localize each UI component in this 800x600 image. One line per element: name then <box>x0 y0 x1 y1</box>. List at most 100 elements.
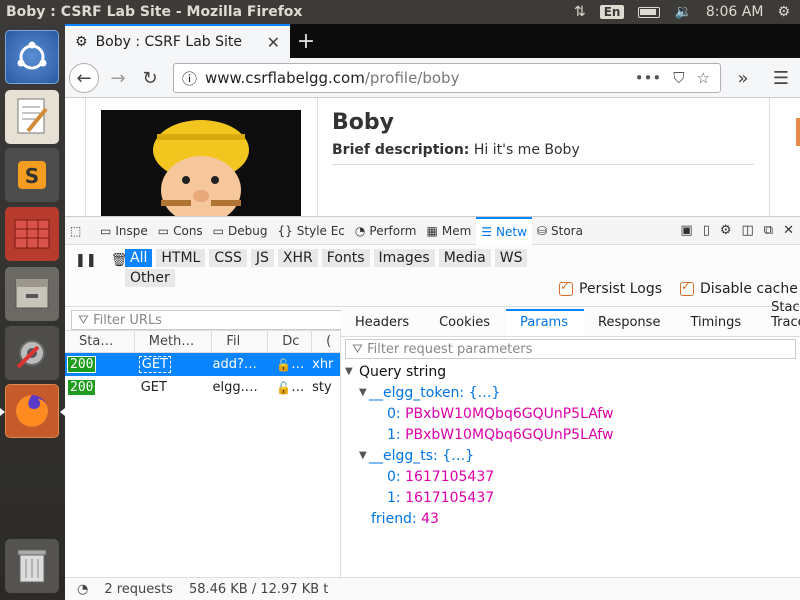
table-row[interactable]: 200 GET add?… 🔓… xhr <box>65 353 340 376</box>
sublime-text-icon[interactable]: S <box>5 148 59 202</box>
network-filter-bar: ❚❚ 🗑 All HTML CSS JS XHR Fonts Images Me… <box>65 245 800 307</box>
forward-button[interactable]: → <box>104 64 132 92</box>
tab-cookies[interactable]: Cookies <box>425 315 506 336</box>
tab-network[interactable]: ☰ Netw <box>476 216 532 245</box>
column-file[interactable]: Fil <box>212 331 269 352</box>
url-host: www.csrflabelgg.com <box>205 69 365 87</box>
filter-xhr[interactable]: XHR <box>277 249 318 267</box>
inspector-icon: ▭ <box>100 223 112 238</box>
responsive-design-icon[interactable]: ▯ <box>703 223 710 238</box>
keyboard-layout-indicator[interactable]: En <box>599 5 625 19</box>
trash-icon[interactable] <box>5 539 59 593</box>
profile-name: Boby <box>332 110 394 135</box>
filter-ws[interactable]: WS <box>494 249 528 267</box>
profile-description: Brief description: Hi it's me Boby <box>332 142 580 158</box>
tab-response[interactable]: Response <box>584 315 676 336</box>
param-key: __elgg_token: {…} <box>369 384 501 401</box>
devtools-settings-gear-icon[interactable]: ⚙ <box>720 223 732 238</box>
system-top-bar: Boby : CSRF Lab Site - Mozilla Firefox ⇅… <box>0 0 800 24</box>
tab-style-editor[interactable]: {} Style Ec <box>272 217 349 245</box>
tab-performance[interactable]: ◔ Perform <box>350 217 422 245</box>
page-actions-icon[interactable]: ••• <box>635 69 662 87</box>
close-tab-icon[interactable]: ✕ <box>267 33 280 52</box>
element-picker-icon[interactable]: ⬚ <box>65 217 95 245</box>
filter-params-input[interactable]: ⛛ Filter request parameters <box>345 339 796 359</box>
table-row[interactable]: 200 GET elgg.… 🔓… sty <box>65 376 340 399</box>
filter-all[interactable]: All <box>125 249 153 267</box>
filter-html[interactable]: HTML <box>156 249 206 267</box>
performance-analysis-icon[interactable]: ◔ <box>77 582 88 597</box>
bookmark-star-icon[interactable]: ☆ <box>697 69 710 87</box>
column-status[interactable]: Sta… <box>65 331 135 352</box>
query-string-section[interactable]: ▼ Query string <box>345 361 800 382</box>
separate-window-icon[interactable]: ⧉ <box>764 223 773 238</box>
filter-other[interactable]: Other <box>125 269 175 287</box>
back-button[interactable]: ← <box>69 63 99 93</box>
svg-text:S: S <box>25 164 39 188</box>
status-badge: 200 <box>67 356 97 373</box>
filter-fonts[interactable]: Fonts <box>321 249 370 267</box>
persist-logs-checkbox[interactable]: Persist Logs <box>559 279 663 297</box>
filter-funnel-icon: ⛛ <box>352 341 368 357</box>
tab-stack-trace[interactable]: Stack Trace <box>757 300 800 336</box>
param-entry: 1: 1617105437 <box>387 489 495 506</box>
details-tabs: Headers Cookies Params Response Timings … <box>341 300 800 337</box>
firefox-icon[interactable] <box>5 384 59 438</box>
site-info-icon[interactable]: ⓘ <box>182 68 197 89</box>
tab-storage[interactable]: ⛁ Stora <box>532 217 588 245</box>
request-method: GET <box>138 356 171 373</box>
filter-js[interactable]: JS <box>250 249 274 267</box>
browser-tab[interactable]: ⚙ Boby : CSRF Lab Site ✕ <box>65 24 290 58</box>
param-value: 1617105437 <box>405 468 495 485</box>
tab-console[interactable]: ▭ Cons <box>153 217 208 245</box>
persist-logs-label: Persist Logs <box>579 281 663 297</box>
spreadsheet-icon[interactable] <box>5 207 59 261</box>
clock[interactable]: 8:06 AM <box>706 4 764 20</box>
column-method[interactable]: Meth… <box>135 331 213 352</box>
param-node-ts[interactable]: ▼ __elgg_ts: {…} <box>345 445 800 466</box>
param-value: PBxbW10MQbq6GQUnP5LAfw <box>405 426 614 443</box>
status-badge: 200 <box>67 379 97 396</box>
navigation-toolbar: ← → ↻ ⓘ www.csrflabelgg.com/profile/boby… <box>65 58 800 98</box>
type-filters: All HTML CSS JS XHR Fonts Images Media W… <box>125 249 545 287</box>
overflow-chevron-icon[interactable]: » <box>729 64 757 92</box>
tab-timings[interactable]: Timings <box>676 315 757 336</box>
column-domain[interactable]: Dc <box>268 331 313 352</box>
tab-inspector[interactable]: ▭ Inspe <box>95 217 153 245</box>
request-list-header: Sta… Meth… Fil Dc ( <box>65 331 340 353</box>
request-file: elgg.… <box>212 380 258 395</box>
debugger-icon: ▭ <box>212 223 225 238</box>
request-cause: xhr <box>312 357 334 372</box>
pause-icon[interactable]: ❚❚ <box>75 253 97 268</box>
filter-urls-input[interactable]: ⛛ Filter URLs <box>71 310 346 330</box>
dock-side-icon[interactable]: ◫ <box>742 223 754 238</box>
filter-media[interactable]: Media <box>438 249 491 267</box>
profile-avatar[interactable] <box>101 110 301 216</box>
settings-gear-icon[interactable]: ⚙ <box>777 4 790 20</box>
tab-memory[interactable]: ▦ Mem <box>422 217 477 245</box>
filter-css[interactable]: CSS <box>209 249 247 267</box>
disable-cache-label: Disable cache <box>700 281 798 297</box>
url-bar[interactable]: ⓘ www.csrflabelgg.com/profile/boby ••• ⛉… <box>173 63 721 93</box>
pocket-icon[interactable]: ⛉ <box>673 69 684 87</box>
volume-icon[interactable]: 🔉 <box>674 4 691 20</box>
ubuntu-dash-icon[interactable] <box>5 30 59 84</box>
split-console-icon[interactable]: ▣ <box>680 223 692 238</box>
close-devtools-icon[interactable]: ✕ <box>783 223 794 238</box>
tab-params[interactable]: Params <box>506 309 584 336</box>
text-editor-icon[interactable] <box>5 90 59 144</box>
tab-headers[interactable]: Headers <box>341 315 425 336</box>
filter-images[interactable]: Images <box>373 249 435 267</box>
system-settings-icon[interactable] <box>5 326 59 380</box>
expand-arrow-icon: ▼ <box>345 366 353 377</box>
files-icon[interactable] <box>5 267 59 321</box>
param-node-token[interactable]: ▼ __elgg_token: {…} <box>345 382 800 403</box>
new-tab-button[interactable]: + <box>293 28 319 54</box>
reload-button[interactable]: ↻ <box>136 64 164 92</box>
hamburger-menu-icon[interactable]: ☰ <box>767 64 795 92</box>
network-transfer-icon[interactable]: ⇅ <box>574 4 586 20</box>
disable-cache-checkbox[interactable]: Disable cache <box>680 279 798 297</box>
tab-debugger[interactable]: ▭ Debug <box>208 217 273 245</box>
battery-icon[interactable] <box>638 6 661 18</box>
column-cause[interactable]: ( <box>312 331 340 352</box>
